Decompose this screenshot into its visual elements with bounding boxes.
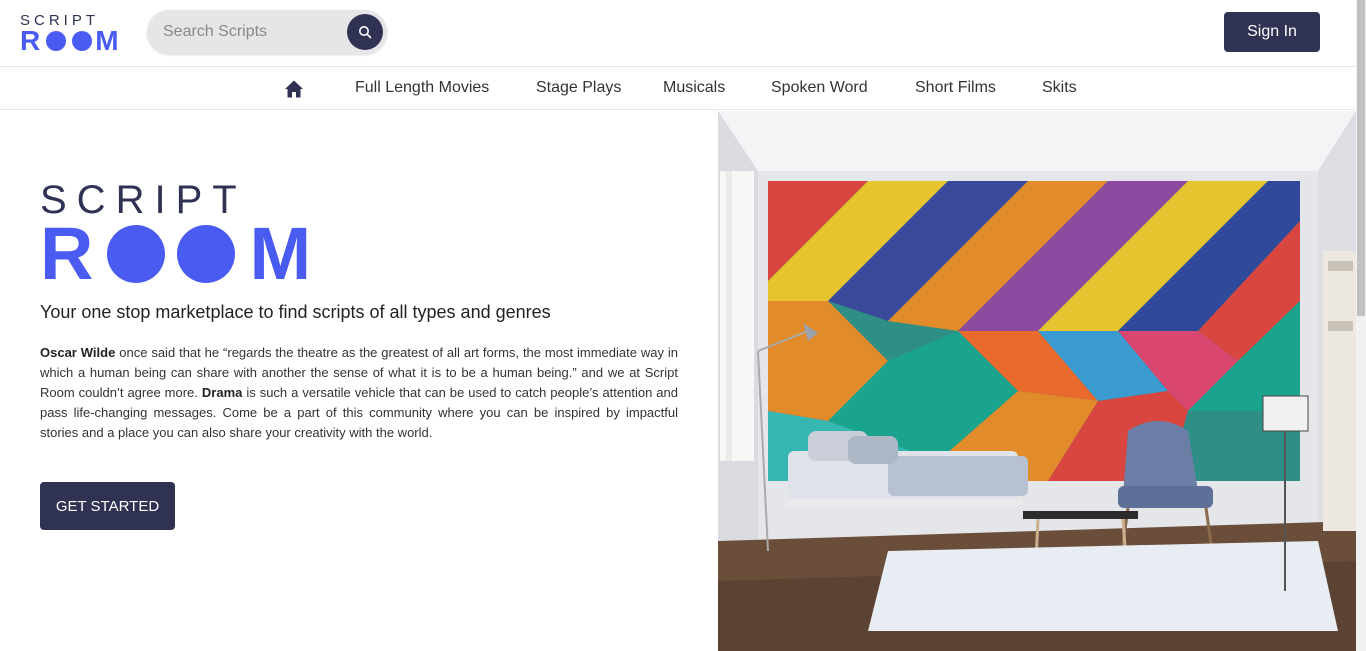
hero-description: Oscar Wilde once said that he “regards t…	[40, 343, 678, 443]
logo-letter-m: M	[95, 25, 119, 56]
scrollbar-thumb[interactable]	[1357, 0, 1365, 316]
hero-logo-letter-r: R	[40, 212, 94, 295]
hero-logo-letter-m: M	[249, 212, 312, 295]
search-bar	[147, 10, 387, 54]
nav-item-full-length-movies[interactable]: Full Length Movies	[355, 67, 489, 111]
search-icon	[359, 26, 372, 39]
logo-bottom: R M	[20, 25, 130, 56]
nav-item-short-films[interactable]: Short Films	[915, 67, 996, 111]
page-scrollbar[interactable]	[1356, 0, 1366, 651]
logo-dot	[46, 31, 67, 51]
nav-item-stage-plays[interactable]: Stage Plays	[536, 67, 621, 111]
search-input[interactable]	[163, 10, 343, 54]
nav-home-link[interactable]	[284, 79, 304, 99]
get-started-button[interactable]: GET STARTED	[40, 482, 175, 530]
description-bold: Drama	[201, 385, 243, 400]
home-icon	[285, 80, 303, 98]
header: SCRIPT R M Sign In	[0, 0, 1356, 66]
hero-logo-dot	[177, 225, 236, 283]
hero-image	[718, 111, 1356, 651]
search-button[interactable]	[347, 14, 383, 50]
logo[interactable]: SCRIPT R M	[20, 13, 130, 55]
room-illustration	[718, 111, 1356, 651]
category-nav: Full Length Movies Stage Plays Musicals …	[0, 66, 1356, 110]
sign-in-button[interactable]: Sign In	[1224, 12, 1320, 52]
nav-item-skits[interactable]: Skits	[1042, 67, 1077, 111]
nav-item-spoken-word[interactable]: Spoken Word	[771, 67, 868, 111]
hero-logo: SCRIPT R M	[40, 180, 312, 295]
logo-letter-r: R	[20, 25, 41, 56]
hero-tagline: Your one stop marketplace to find script…	[40, 302, 551, 322]
quote-author: Oscar Wilde	[40, 345, 116, 360]
hero-logo-dot	[107, 225, 166, 283]
nav-item-musicals[interactable]: Musicals	[663, 67, 725, 111]
logo-dot	[72, 31, 93, 51]
hero-logo-bottom: R M	[40, 212, 312, 295]
